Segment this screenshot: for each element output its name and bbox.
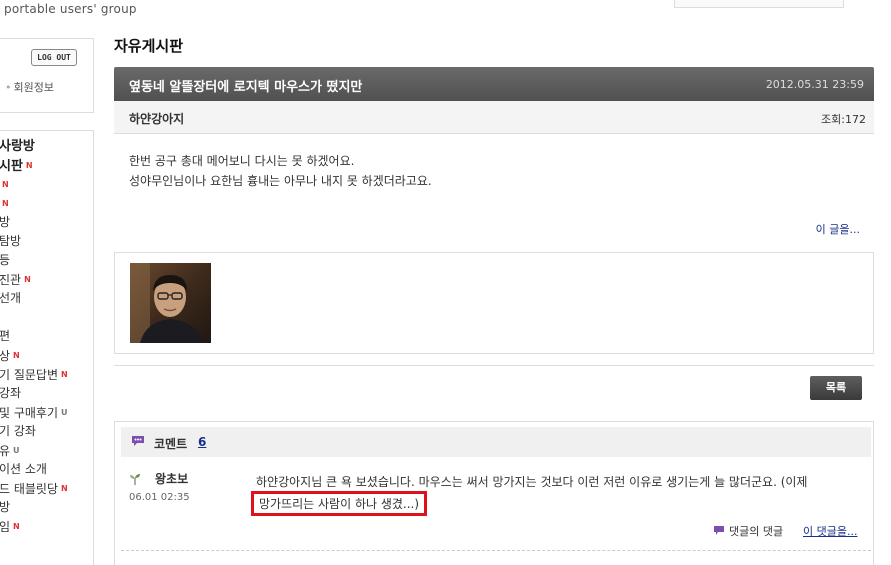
sidebar-menu-label: 시판	[0, 159, 23, 174]
sidebar-menu-item[interactable]: 유U	[0, 441, 95, 460]
sidebar-menu-item[interactable]: 탐방	[0, 232, 95, 251]
comment-text-highlighted: 망가뜨리는 사람이 하나 생겼...)	[251, 491, 428, 516]
divider	[114, 365, 874, 366]
sidebar-menu-item[interactable]: 방	[0, 213, 95, 232]
new-badge-icon: N	[61, 484, 68, 493]
post-author[interactable]: 하얀강아지	[129, 110, 184, 127]
list-button[interactable]: 목록	[810, 376, 862, 400]
sidebar-menu-item[interactable]: 상N	[0, 346, 95, 365]
speech-bubble-icon	[132, 436, 144, 446]
sidebar-menu-item[interactable]: 드 태블릿당 N	[0, 479, 95, 498]
new-badge-icon: N	[24, 275, 31, 284]
comment-text-line: 하얀강아지님 큰 욕 보셨습니다. 마우스는 써서 망가지는 것보다 이런 저런…	[256, 475, 808, 489]
board-title: 자유게시판	[114, 37, 184, 55]
sidebar-menu-label: 기 강좌	[0, 424, 36, 438]
comment-author[interactable]: 왕초보	[155, 470, 188, 487]
sidebar-menu-item[interactable]: 사랑방	[0, 137, 95, 156]
top-header: portable users' group	[0, 0, 891, 22]
comment-count[interactable]: 6	[198, 435, 206, 449]
sidebar-menu-label: 사랑방	[0, 139, 35, 154]
new-badge-icon: N	[13, 351, 20, 360]
sidebar-menu-label: 및 구매후기	[0, 406, 59, 420]
sidebar-menu-label: 유	[0, 444, 11, 458]
sidebar-menu-item[interactable]: 편	[0, 327, 95, 346]
this-post-link[interactable]: 이 글을...	[816, 221, 860, 237]
new-badge-icon: N	[2, 199, 9, 208]
sidebar-menu-label: 등	[0, 253, 11, 267]
top-search-box[interactable]	[674, 0, 844, 8]
sidebar-menu-label: 임	[0, 520, 11, 534]
sidebar-menu-item[interactable]: N	[0, 194, 95, 213]
sidebar-menu-item[interactable]: 및 구매후기 U	[0, 403, 95, 422]
sidebar-menu-label: 기 질문답변	[0, 368, 59, 382]
sidebar-menu-item[interactable]: N	[0, 175, 95, 194]
sidebar-menu-label: 편	[0, 329, 11, 343]
sidebar-menu-label: 이션 소개	[0, 462, 47, 476]
sidebar-menu-item[interactable]: 기 강좌	[0, 422, 95, 441]
sidebar-menu-label: 드 태블릿당	[0, 482, 59, 496]
sidebar-menu-item[interactable]: 방	[0, 498, 95, 517]
updated-badge-icon: U	[13, 446, 20, 455]
menu-box: 사랑방 시판 N N N 방 탐방 등 진관 N 선개 편 상 N 기 질문답변 N 강좌 및 구매후기 U 기 강좌…	[0, 130, 94, 565]
member-level-icon	[130, 474, 140, 485]
sidebar-menu-item[interactable]: 기 질문답변 N	[0, 365, 95, 384]
reply-to-comment-link[interactable]: 댓글의 댓글	[729, 523, 783, 539]
post-body-line: 한번 공구 총대 메어보니 다시는 못 하겠어요.	[129, 154, 355, 168]
sidebar-menu-label: 진관	[0, 273, 22, 287]
post-body: 한번 공구 총대 메어보니 다시는 못 하겠어요. 성야무인님이나 요한님 흉내…	[129, 151, 432, 191]
sidebar-menu-item[interactable]: 선개	[0, 289, 95, 308]
sidebar-menu-label: 탐방	[0, 234, 22, 248]
sidebar-menu-label: 강좌	[0, 386, 22, 400]
post-subject: 옆동네 알뜰장터에 로지텍 마우스가 떴지만	[129, 80, 363, 95]
sidebar-menu-item[interactable]: 이션 소개	[0, 460, 95, 479]
sidebar-menu-item[interactable]: 임N	[0, 517, 95, 536]
post-date: 2012.05.31 23:59	[765, 78, 864, 91]
new-badge-icon: N	[2, 180, 9, 189]
comment-divider	[121, 550, 871, 551]
logo-subtitle: portable users' group	[4, 2, 137, 16]
comment-header-label: 코멘트	[154, 437, 188, 451]
reply-bubble-icon	[714, 526, 724, 535]
sidebar-menu-item[interactable]: 등	[0, 251, 95, 270]
sidebar-menu-item[interactable]: 강좌	[0, 384, 95, 403]
logout-button[interactable]: LOG OUT	[31, 49, 77, 66]
sidebar-menu-label: 방	[0, 215, 11, 229]
this-comment-link[interactable]: 이 댓글을...	[803, 523, 857, 539]
menu-list: 사랑방 시판 N N N 방 탐방 등 진관 N 선개 편 상 N 기 질문답변 N 강좌 및 구매후기 U 기 강좌…	[0, 137, 95, 536]
login-box: LOG OUT • 회원정보	[0, 38, 94, 113]
sidebar-menu-label: 선개	[0, 291, 22, 305]
comment-header: 코멘트 6	[121, 427, 871, 457]
post-header-bar: 옆동네 알뜰장터에 로지텍 마우스가 떴지만 2012.05.31 23:59	[114, 67, 874, 101]
sidebar-menu-item[interactable]: 시판 N	[0, 156, 95, 175]
sidebar-menu-item[interactable]: 진관 N	[0, 270, 95, 289]
member-info-label: 회원정보	[13, 81, 54, 94]
sidebar-menu-item[interactable]	[0, 308, 95, 327]
author-photo-image	[130, 263, 211, 343]
author-photo	[130, 263, 211, 343]
post-body-line: 성야무인님이나 요한님 흉내는 아무나 내지 못 하겠더라고요.	[129, 174, 432, 188]
post-author-row: 하얀강아지 조회:172	[114, 101, 874, 134]
member-info-link[interactable]: • 회원정보	[5, 79, 54, 95]
new-badge-icon: N	[61, 370, 68, 379]
view-count: 조회:172	[821, 113, 866, 126]
sidebar-menu-label: 상	[0, 349, 11, 363]
bullet-icon: •	[5, 81, 12, 94]
comment-section: 코멘트 6 왕초보 06.01 02:35 하얀강아지님 큰 욕 보셨습니다. …	[114, 422, 874, 565]
signature-box	[114, 252, 874, 354]
new-badge-icon: N	[25, 161, 33, 170]
updated-badge-icon: U	[61, 408, 68, 417]
new-badge-icon: N	[13, 522, 20, 531]
sidebar-menu-label: 방	[0, 500, 11, 514]
comment-date: 06.01 02:35	[129, 492, 190, 503]
